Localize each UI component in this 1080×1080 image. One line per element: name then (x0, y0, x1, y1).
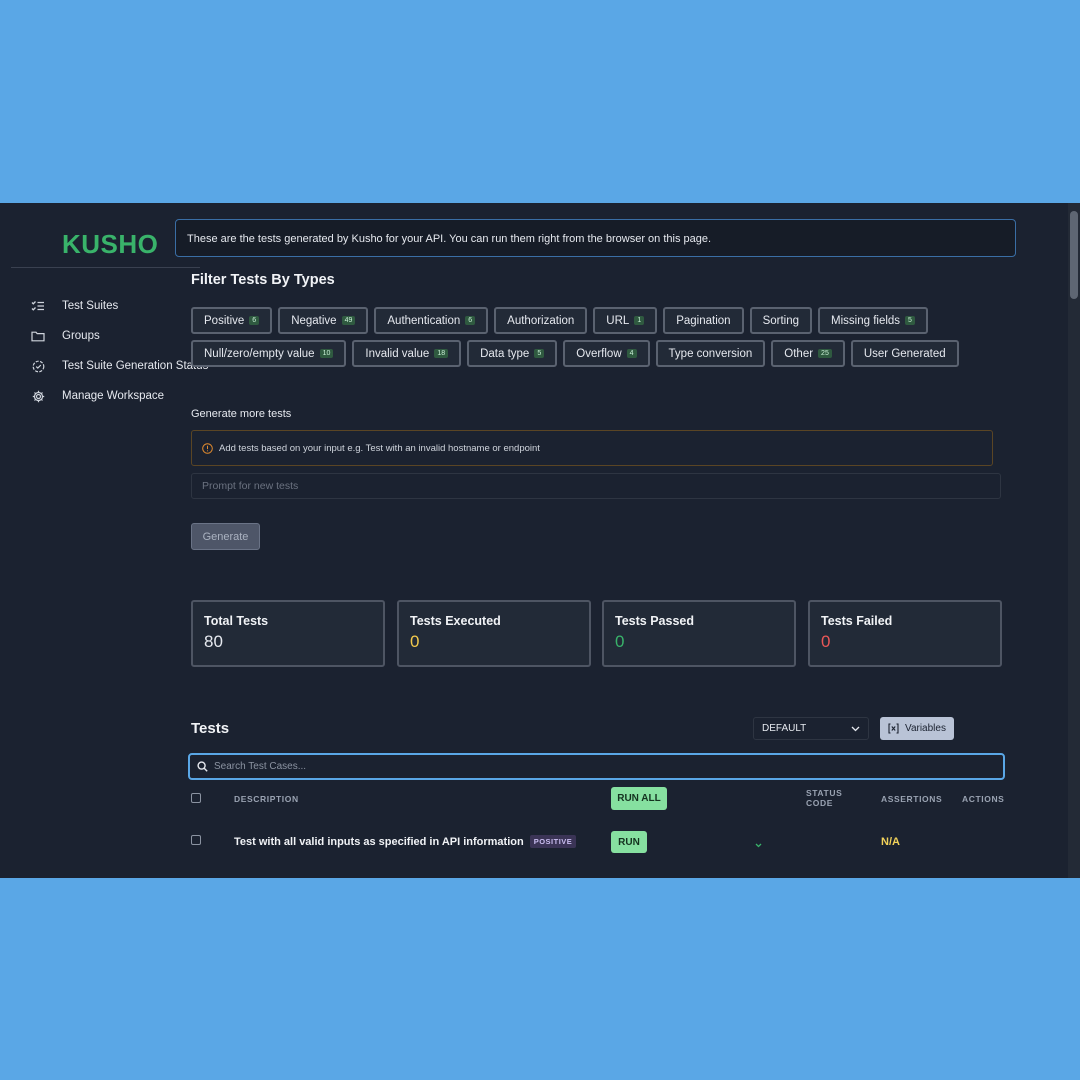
filter-chip-invalid-value[interactable]: Invalid value 18 (352, 340, 462, 367)
search-input[interactable] (208, 760, 1003, 773)
sidebar-item-test-suites[interactable]: Test Suites (30, 291, 208, 321)
chip-count: 18 (434, 349, 449, 358)
info-banner: These are the tests generated by Kusho f… (175, 219, 1016, 257)
sidebar-item-label: Test Suites (62, 300, 119, 312)
column-header-description: DESCRIPTION (234, 794, 299, 804)
filter-chip-positive[interactable]: Positive 6 (191, 307, 273, 334)
logo: KUSHO (62, 229, 159, 259)
expand-chevron-icon[interactable] (755, 835, 762, 853)
search-box[interactable] (188, 753, 1005, 780)
stat-value: 0 (615, 632, 625, 651)
chevron-down-icon (851, 726, 860, 732)
filter-chip-authorization[interactable]: Authorization (494, 307, 588, 334)
filter-title: Filter Tests By Types (191, 272, 335, 288)
stat-label: Tests Failed (821, 614, 893, 628)
sidebar-item-label: Test Suite Generation Status (62, 360, 209, 372)
stat-card-executed: Tests Executed 0 (397, 600, 591, 667)
tests-title: Tests (191, 720, 230, 737)
sidebar-item-label: Groups (62, 330, 100, 342)
chip-count: 10 (319, 349, 334, 358)
folder-icon (30, 328, 46, 344)
stat-label: Tests Passed (615, 614, 694, 628)
chip-count: 4 (626, 349, 637, 358)
info-icon (202, 442, 213, 454)
sidebar-nav: Test Suites Groups Test Suite Generation… (30, 291, 208, 411)
variable-icon (888, 723, 899, 734)
status-check-icon (30, 358, 46, 374)
chip-count: 5 (534, 349, 545, 358)
sidebar-item-generation-status[interactable]: Test Suite Generation Status (30, 351, 208, 381)
app-window: KUSHO Test Suites Groups Test Suite Gene… (0, 203, 1080, 878)
chip-count: 6 (249, 316, 260, 325)
filter-chip-overflow[interactable]: Overflow 4 (563, 340, 650, 367)
filter-chip-null-zero-empty[interactable]: Null/zero/empty value 10 (191, 340, 347, 367)
run-button[interactable]: RUN (611, 831, 647, 853)
environment-select[interactable]: DEFAULT (753, 717, 869, 740)
variables-button[interactable]: Variables (880, 717, 954, 740)
prompt-input[interactable] (191, 473, 1001, 499)
search-icon (197, 761, 208, 772)
filter-chip-sorting[interactable]: Sorting (749, 307, 813, 334)
scrollbar[interactable] (1068, 203, 1080, 878)
stat-value: 0 (821, 632, 831, 651)
filter-chip-authentication[interactable]: Authentication 6 (374, 307, 489, 334)
stat-card-failed: Tests Failed 0 (808, 600, 1002, 667)
stat-label: Total Tests (204, 614, 269, 628)
stat-value: 0 (410, 632, 420, 651)
chip-count: 49 (341, 316, 356, 325)
stat-label: Tests Executed (410, 614, 501, 628)
sidebar-item-manage-workspace[interactable]: Manage Workspace (30, 381, 208, 411)
assertions-value: N/A (881, 836, 900, 848)
column-header-assertions: ASSERTIONS (881, 794, 943, 804)
filter-chip-user-generated[interactable]: User Generated (850, 340, 959, 367)
filter-chips: Positive 6 Negative 49 Authentication 6 Aut… (191, 307, 971, 367)
chip-count: 25 (818, 349, 832, 358)
chip-count: 1 (634, 316, 645, 325)
type-tag: POSITIVE (529, 835, 577, 848)
list-check-icon (30, 298, 46, 314)
sidebar-item-groups[interactable]: Groups (30, 321, 208, 351)
variables-label: Variables (905, 723, 946, 734)
select-all-checkbox[interactable] (191, 793, 201, 803)
sidebar-divider (11, 267, 200, 268)
filter-chip-type-conversion[interactable]: Type conversion (655, 340, 766, 367)
generate-info-text: Add tests based on your input e.g. Test … (219, 442, 540, 454)
filter-chip-other[interactable]: Other 25 (771, 340, 845, 367)
filter-chip-pagination[interactable]: Pagination (663, 307, 744, 334)
generate-title: Generate more tests (191, 408, 292, 420)
gear-icon (30, 388, 46, 404)
filter-chip-negative[interactable]: Negative 49 (278, 307, 369, 334)
run-all-button[interactable]: RUN ALL (611, 787, 667, 810)
filter-chip-url[interactable]: URL 1 (593, 307, 658, 334)
stat-card-total: Total Tests 80 (191, 600, 385, 667)
stat-card-passed: Tests Passed 0 (602, 600, 796, 667)
row-description: Test with all valid inputs as specified … (234, 835, 577, 848)
chip-count: 5 (905, 316, 915, 325)
chip-count: 6 (465, 316, 476, 325)
scrollbar-thumb[interactable] (1070, 211, 1078, 299)
column-header-actions: ACTIONS (962, 794, 1005, 804)
sidebar-item-label: Manage Workspace (62, 390, 165, 402)
filter-chip-data-type[interactable]: Data type 5 (467, 340, 558, 367)
row-checkbox[interactable] (191, 835, 201, 845)
column-header-status-code: STATUS CODE (806, 788, 843, 808)
select-value: DEFAULT (762, 723, 807, 734)
generate-info-box: Add tests based on your input e.g. Test … (191, 430, 993, 466)
filter-chip-missing-fields[interactable]: Missing fields 5 (818, 307, 928, 334)
stat-value: 80 (204, 632, 223, 651)
generate-button[interactable]: Generate (191, 523, 260, 550)
